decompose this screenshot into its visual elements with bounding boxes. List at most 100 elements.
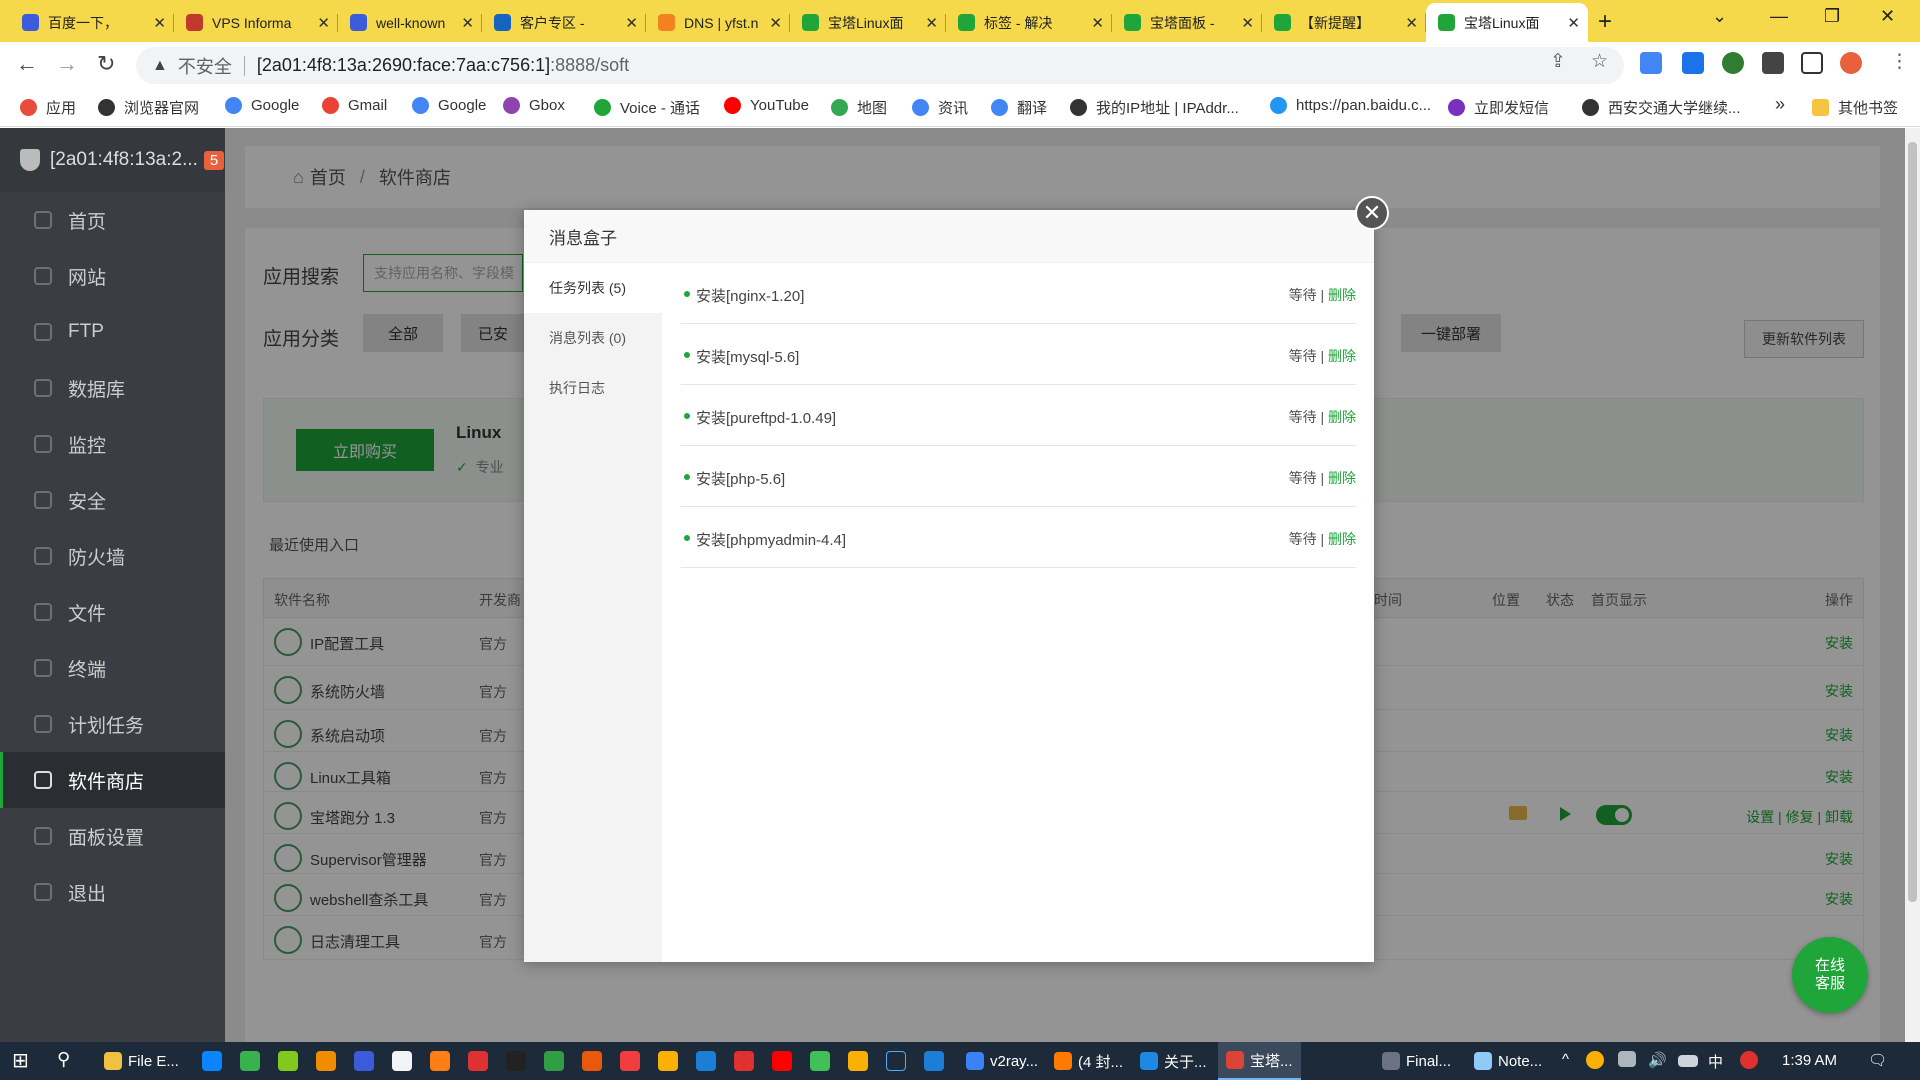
pinned-app-icon[interactable] bbox=[848, 1051, 868, 1071]
restore-button[interactable]: ❐ bbox=[1824, 6, 1840, 27]
bookmarks-overflow-button[interactable]: » bbox=[1775, 94, 1785, 115]
tab-close-icon[interactable]: ✕ bbox=[925, 14, 938, 32]
pinned-app-icon[interactable] bbox=[886, 1051, 906, 1071]
sidebar-item[interactable]: 退出 bbox=[0, 864, 225, 920]
tab-close-icon[interactable]: ✕ bbox=[461, 14, 474, 32]
browser-tab[interactable]: DNS | yfst.n ✕ bbox=[646, 3, 790, 42]
sidebar-item[interactable]: 防火墙 bbox=[0, 528, 225, 584]
server-brand[interactable]: [2a01:4f8:13a:2... 5 bbox=[0, 128, 225, 192]
tab-close-icon[interactable]: ✕ bbox=[153, 14, 166, 32]
bookmark-item[interactable]: 资讯 bbox=[912, 97, 968, 118]
tab-close-icon[interactable]: ✕ bbox=[625, 14, 638, 32]
bookmark-item[interactable]: Google bbox=[412, 97, 486, 114]
sidebar-item[interactable]: 面板设置 bbox=[0, 808, 225, 864]
tab-close-icon[interactable]: ✕ bbox=[1241, 14, 1254, 32]
close-window-button[interactable]: ✕ bbox=[1880, 6, 1895, 27]
modal-close-button[interactable]: ✕ bbox=[1355, 196, 1389, 230]
pinned-app-icon[interactable] bbox=[316, 1051, 336, 1071]
ime-indicator[interactable]: 中 bbox=[1708, 1051, 1723, 1072]
youtube-icon[interactable] bbox=[772, 1051, 792, 1071]
battery-icon[interactable] bbox=[1678, 1055, 1698, 1067]
task-delete-link[interactable]: 删除 bbox=[1328, 348, 1356, 364]
bookmark-item[interactable]: Gbox bbox=[503, 97, 565, 114]
modal-tab[interactable]: 执行日志 bbox=[524, 363, 662, 413]
bookmark-star-icon[interactable]: ☆ bbox=[1591, 50, 1608, 73]
taskbar-app[interactable]: Final... bbox=[1374, 1042, 1459, 1080]
bookmark-item[interactable]: 翻译 bbox=[991, 97, 1047, 118]
translate-extension-icon[interactable] bbox=[1640, 52, 1662, 74]
task-delete-link[interactable]: 删除 bbox=[1328, 531, 1356, 547]
pinned-app-icon[interactable] bbox=[620, 1051, 640, 1071]
bookmark-item[interactable]: 我的IP地址 | IPAddr... bbox=[1070, 97, 1239, 118]
sidebar-item[interactable]: 文件 bbox=[0, 584, 225, 640]
forward-button[interactable]: → bbox=[56, 51, 78, 77]
extension-a-icon[interactable] bbox=[1682, 52, 1704, 74]
tab-close-icon[interactable]: ✕ bbox=[769, 14, 782, 32]
tray-app-icon[interactable] bbox=[1586, 1051, 1604, 1069]
pinned-app-icon[interactable] bbox=[202, 1051, 222, 1071]
pinned-app-icon[interactable] bbox=[696, 1051, 716, 1071]
extension-globe-icon[interactable] bbox=[1722, 52, 1744, 74]
notification-icon[interactable]: 🗨 bbox=[1868, 1051, 1887, 1069]
pinned-app-icon[interactable] bbox=[810, 1051, 830, 1071]
tray-chevron-icon[interactable]: ^ bbox=[1562, 1051, 1569, 1068]
modal-tab[interactable]: 消息列表 (0) bbox=[524, 313, 662, 363]
browser-menu-icon[interactable]: ⋮ bbox=[1890, 50, 1909, 73]
pinned-app-icon[interactable] bbox=[392, 1051, 412, 1071]
address-bar[interactable]: ▲ 不安全 [2a01:4f8:13a:2690:face:7aa:c756:1… bbox=[136, 47, 1624, 84]
scrollbar-thumb[interactable] bbox=[1908, 142, 1917, 902]
task-delete-link[interactable]: 删除 bbox=[1328, 470, 1356, 486]
pinned-app-icon[interactable] bbox=[468, 1051, 488, 1071]
pinned-app-icon[interactable] bbox=[734, 1051, 754, 1071]
bookmark-item[interactable]: Voice - 通话 bbox=[594, 97, 700, 118]
new-tab-button[interactable]: + bbox=[1598, 8, 1612, 36]
sidebar-item[interactable]: 安全 bbox=[0, 472, 225, 528]
browser-tab[interactable]: well-known ✕ bbox=[338, 3, 482, 42]
page-scrollbar[interactable] bbox=[1905, 128, 1920, 1042]
pinned-app-icon[interactable] bbox=[240, 1051, 260, 1071]
browser-tab[interactable]: 客户专区 - ✕ bbox=[482, 3, 646, 42]
share-icon[interactable]: ⇪ bbox=[1550, 50, 1566, 73]
pinned-app-icon[interactable] bbox=[658, 1051, 678, 1071]
tray-ime-icon[interactable] bbox=[1740, 1051, 1758, 1069]
modal-tab[interactable]: 任务列表 (5) bbox=[524, 263, 662, 313]
bookmark-item[interactable]: 应用 bbox=[20, 97, 76, 118]
tab-close-icon[interactable]: ✕ bbox=[317, 14, 330, 32]
clock[interactable]: 1:39 AM bbox=[1782, 1052, 1837, 1069]
sidebar-item[interactable]: 软件商店 bbox=[0, 752, 225, 808]
browser-tab[interactable]: VPS Informa ✕ bbox=[174, 3, 338, 42]
online-service-button[interactable]: 在线 客服 bbox=[1792, 937, 1868, 1013]
pinned-app-icon[interactable] bbox=[354, 1051, 374, 1071]
taskbar-app[interactable]: Note... bbox=[1466, 1042, 1550, 1080]
sidebar-item[interactable]: 计划任务 bbox=[0, 696, 225, 752]
browser-tab[interactable]: 宝塔Linux面 ✕ bbox=[1426, 3, 1588, 42]
sidebar-item[interactable]: 终端 bbox=[0, 640, 225, 696]
tab-close-icon[interactable]: ✕ bbox=[1091, 14, 1104, 32]
task-delete-link[interactable]: 删除 bbox=[1328, 287, 1356, 303]
browser-tab[interactable]: 百度一下， ✕ bbox=[10, 3, 174, 42]
extensions-puzzle-icon[interactable] bbox=[1762, 52, 1784, 74]
reload-button[interactable]: ↻ bbox=[97, 51, 115, 77]
volume-icon[interactable]: 🔊 bbox=[1648, 1051, 1667, 1069]
bookmark-item[interactable]: Gmail bbox=[322, 97, 387, 114]
taskbar-app[interactable]: File E... bbox=[96, 1042, 187, 1080]
taskbar-app[interactable]: (4 封... bbox=[1046, 1042, 1131, 1080]
pinned-app-icon[interactable] bbox=[278, 1051, 298, 1071]
bookmark-item[interactable]: 地图 bbox=[831, 97, 887, 118]
bookmark-item[interactable]: YouTube bbox=[724, 97, 809, 114]
minimize-button[interactable]: — bbox=[1770, 6, 1788, 27]
bookmark-item[interactable]: Google bbox=[225, 97, 299, 114]
bookmark-item[interactable]: 西安交通大学继续... bbox=[1582, 97, 1741, 118]
task-delete-link[interactable]: 删除 bbox=[1328, 409, 1356, 425]
taskbar-app[interactable]: 关于... bbox=[1132, 1042, 1215, 1080]
pinned-app-icon[interactable] bbox=[506, 1051, 526, 1071]
browser-tab[interactable]: 标签 - 解决 ✕ bbox=[946, 3, 1112, 42]
tab-close-icon[interactable]: ✕ bbox=[1405, 14, 1418, 32]
browser-tab[interactable]: 【新提醒】 ✕ bbox=[1262, 3, 1426, 42]
taskbar-app[interactable]: v2ray... bbox=[958, 1042, 1046, 1080]
bookmark-item[interactable]: https://pan.baidu.c... bbox=[1270, 97, 1431, 114]
wechat-icon[interactable] bbox=[544, 1051, 564, 1071]
side-panel-icon[interactable] bbox=[1801, 52, 1823, 74]
back-button[interactable]: ← bbox=[16, 51, 38, 77]
pinned-app-icon[interactable] bbox=[582, 1051, 602, 1071]
